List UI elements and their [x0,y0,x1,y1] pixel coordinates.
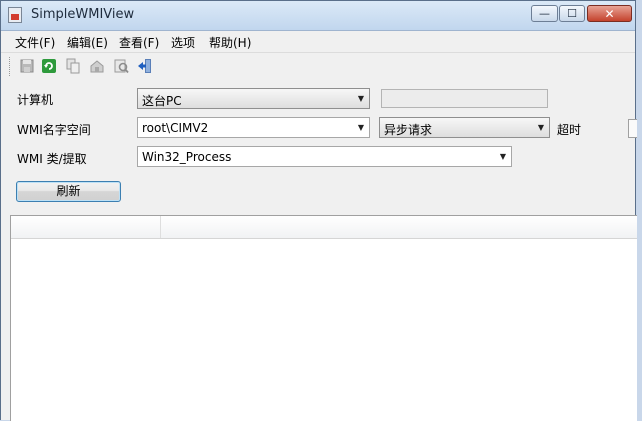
wmi-class-label: WMI 类/提取 [17,152,87,166]
request-mode-select[interactable]: 异步请求 ▼ [379,117,550,138]
results-list[interactable] [10,215,637,421]
remote-computer-field [381,89,548,108]
wmi-app-icon [8,7,22,23]
window-title: SimpleWMIView [31,7,135,22]
refresh-button[interactable]: 刷新 [16,181,121,202]
close-button[interactable]: ✕ [587,5,632,22]
maximize-button[interactable]: ☐ [559,5,585,22]
chevron-down-icon: ▼ [357,123,364,132]
wmi-class-value: Win32_Process [142,150,232,164]
menu-options[interactable]: 选项 [171,34,195,51]
minimize-icon: — [539,7,550,20]
minimize-button[interactable]: — [531,5,558,22]
column-header[interactable] [161,216,637,238]
copy-icon[interactable] [65,58,81,74]
main-window: SimpleWMIView — ☐ ✕ 文件(F) 编辑(E) 查看(F) 选项… [0,0,637,421]
namespace-label: WMI名字空间 [17,123,91,137]
close-icon: ✕ [604,6,615,21]
request-mode-value: 异步请求 [384,123,433,137]
computer-select[interactable]: 这台PC ▼ [137,88,370,109]
maximize-icon: ☐ [567,7,577,20]
menu-file[interactable]: 文件(F) [15,34,55,51]
menu-help[interactable]: 帮助(H) [209,34,251,51]
save-icon[interactable] [19,58,35,74]
timeout-input[interactable] [628,119,637,138]
chevron-down-icon: ▼ [499,152,506,161]
toolbar-grip [9,57,12,76]
properties-icon[interactable] [113,58,129,74]
menu-view[interactable]: 查看(F) [119,34,159,51]
results-header [11,216,637,239]
namespace-select[interactable]: root\CIMV2 ▼ [137,117,370,138]
namespace-select-value: root\CIMV2 [142,121,209,135]
html-report-icon[interactable] [89,58,105,74]
timeout-label: 超时 [557,123,582,137]
toolbar [1,52,635,81]
wmi-class-select[interactable]: Win32_Process ▼ [137,146,512,167]
menu-edit[interactable]: 编辑(E) [67,34,108,51]
column-header[interactable] [11,216,161,238]
computer-select-value: 这台PC [142,94,182,108]
title-bar[interactable]: SimpleWMIView — ☐ ✕ [1,1,635,31]
chevron-down-icon: ▼ [537,123,544,132]
exit-icon[interactable] [137,58,153,74]
computer-label: 计算机 [17,93,54,107]
refresh-icon[interactable] [41,58,57,74]
chevron-down-icon: ▼ [357,94,364,103]
menu-bar: 文件(F) 编辑(E) 查看(F) 选项 帮助(H) [1,31,635,52]
